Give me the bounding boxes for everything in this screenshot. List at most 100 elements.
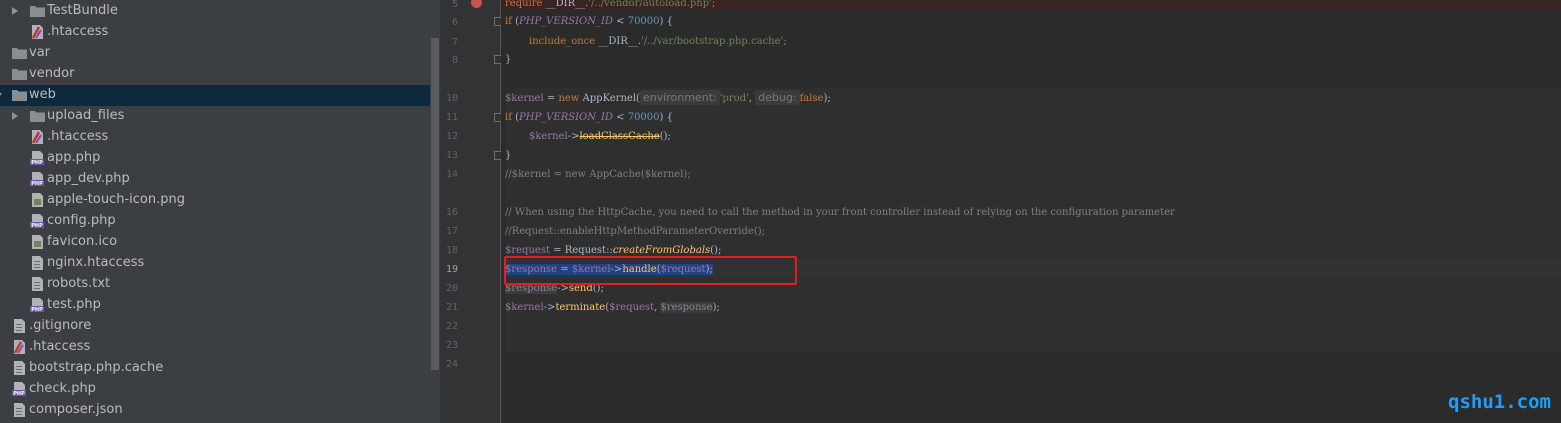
code-line-6: if (PHP_VERSION_ID < 70000) { [505,16,673,27]
text-icon [12,319,27,333]
php-icon: PHP [30,298,45,313]
tree-item-label: .htaccess [47,24,109,39]
code-line-13: } [505,150,512,161]
tree-item[interactable]: favicon.ico [0,232,430,253]
parameter-hint: environment: [639,90,720,105]
tree-item-label: bootstrap.php.cache [29,360,164,375]
tree-item-label: app.php [47,150,101,165]
folder-icon [30,109,45,123]
line-number: 16 [445,207,458,218]
line-number: 11 [445,112,458,123]
php-icon: PHP [30,172,45,187]
code-line-11: if (PHP_VERSION_ID < 70000) { [505,112,673,123]
tree-item[interactable]: var [0,43,430,64]
code-editor[interactable]: require __DIR__.'/../vendor/autoload.php… [501,0,1561,423]
tree-item-label: composer.json [29,402,123,417]
image-icon [30,193,45,207]
tree-item[interactable]: upload_files [0,106,430,127]
line-number: 6 [451,17,458,28]
tree-item-label: config.php [47,213,116,228]
tree-item-label: upload_files [47,108,125,123]
line-number: 5 [451,0,458,10]
collapsed-arrow-icon[interactable] [12,7,18,15]
tree-item-label: check.php [29,381,96,396]
watermark: qshu1.com [1448,391,1551,413]
tree-item[interactable]: PHP test.php [0,295,430,316]
tree-item[interactable]: .htaccess [0,22,430,43]
annotation-highlight-box [504,256,797,285]
tree-item[interactable]: composer.json [0,400,430,421]
code-line-21: $kernel->terminate($request, $response); [505,302,720,313]
php-icon: PHP [30,214,45,229]
tree-item[interactable]: .htaccess [0,337,430,358]
folder-icon [30,4,45,18]
tree-item-label: test.php [47,297,101,312]
tree-item[interactable]: .htaccess [0,127,430,148]
line-number: 17 [445,226,458,237]
editor-gutter: 5 6 7 8 10 11 12 13 14 16 17 18 19 20 21 22 23 24 [440,0,501,423]
line-number: 22 [445,321,458,332]
tree-item[interactable]: PHP app.php [0,148,430,169]
htaccess-icon [30,130,45,144]
tree-item-label: nginx.htaccess [47,255,145,270]
php-icon: PHP [12,382,27,397]
svg-text:PHP: PHP [31,307,43,312]
line-number: 18 [445,245,458,256]
tree-item-label: var [29,45,51,60]
line-number: 19 [445,264,458,275]
tree-item[interactable]: nginx.htaccess [0,253,430,274]
tree-item[interactable]: bootstrap.php.cache [0,358,430,379]
code-line-16: // When using the HttpCache, you need to… [505,207,1175,218]
line-number: 24 [445,359,458,370]
line-number: 10 [445,93,458,104]
tree-scrollbar-thumb[interactable] [431,38,439,370]
code-line-8: } [505,54,512,65]
svg-text:PHP: PHP [31,223,43,228]
line-number: 20 [445,283,458,294]
parameter-hint: debug: [755,90,800,105]
tree-item[interactable]: vendor [0,64,430,85]
expanded-arrow-icon[interactable] [0,93,2,99]
tree-item[interactable]: apple-touch-icon.png [0,190,430,211]
tree-item-label: apple-touch-icon.png [47,192,185,207]
code-line-10: $kernel = new AppKernel(environment:'pro… [505,90,831,105]
code-line-7: include_once __DIR__.'/../var/bootstrap.… [529,36,787,47]
folder-icon [12,46,27,60]
tree-item-label: robots.txt [47,276,111,291]
line-number: 12 [445,131,458,142]
line-number: 23 [445,340,458,351]
text-icon [12,361,27,375]
tree-item-label: .htaccess [47,129,109,144]
svg-text:PHP: PHP [31,160,43,165]
tree-item[interactable]: robots.txt [0,274,430,295]
code-line-12: $kernel->loadClassCache(); [529,131,671,142]
tree-item[interactable]: PHP check.php [0,379,430,400]
line-number: 21 [445,302,458,313]
tree-item[interactable]: TestBundle [0,1,430,22]
tree-item[interactable]: PHP app_dev.php [0,169,430,190]
php-icon: PHP [30,151,45,166]
tree-item-label: web [29,87,56,102]
svg-text:PHP: PHP [31,181,43,186]
code-line-17: //Request::enableHttpMethodParameterOver… [505,226,765,237]
tree-item[interactable]: .gitignore [0,316,430,337]
line-number: 7 [451,37,458,48]
tree-item-label: .gitignore [29,318,92,333]
text-icon [30,277,45,291]
folder-icon [12,88,27,102]
tree-item[interactable]: PHP config.php [0,211,430,232]
line-number: 13 [445,150,458,161]
htaccess-icon [12,340,27,354]
tree-item-label: .htaccess [29,339,91,354]
collapsed-arrow-icon[interactable] [12,112,18,120]
line-number: 8 [451,55,458,66]
tree-item-label: favicon.ico [47,234,118,249]
htaccess-icon [30,25,45,39]
tree-item[interactable]: web [0,85,430,106]
tree-item-label: vendor [29,66,75,81]
text-icon [12,403,27,417]
text-icon [30,256,45,270]
project-tree: TestBundle .htaccess var vendor web upload_fi… [0,0,440,423]
line-number: 14 [445,169,458,180]
svg-text:PHP: PHP [13,391,25,396]
